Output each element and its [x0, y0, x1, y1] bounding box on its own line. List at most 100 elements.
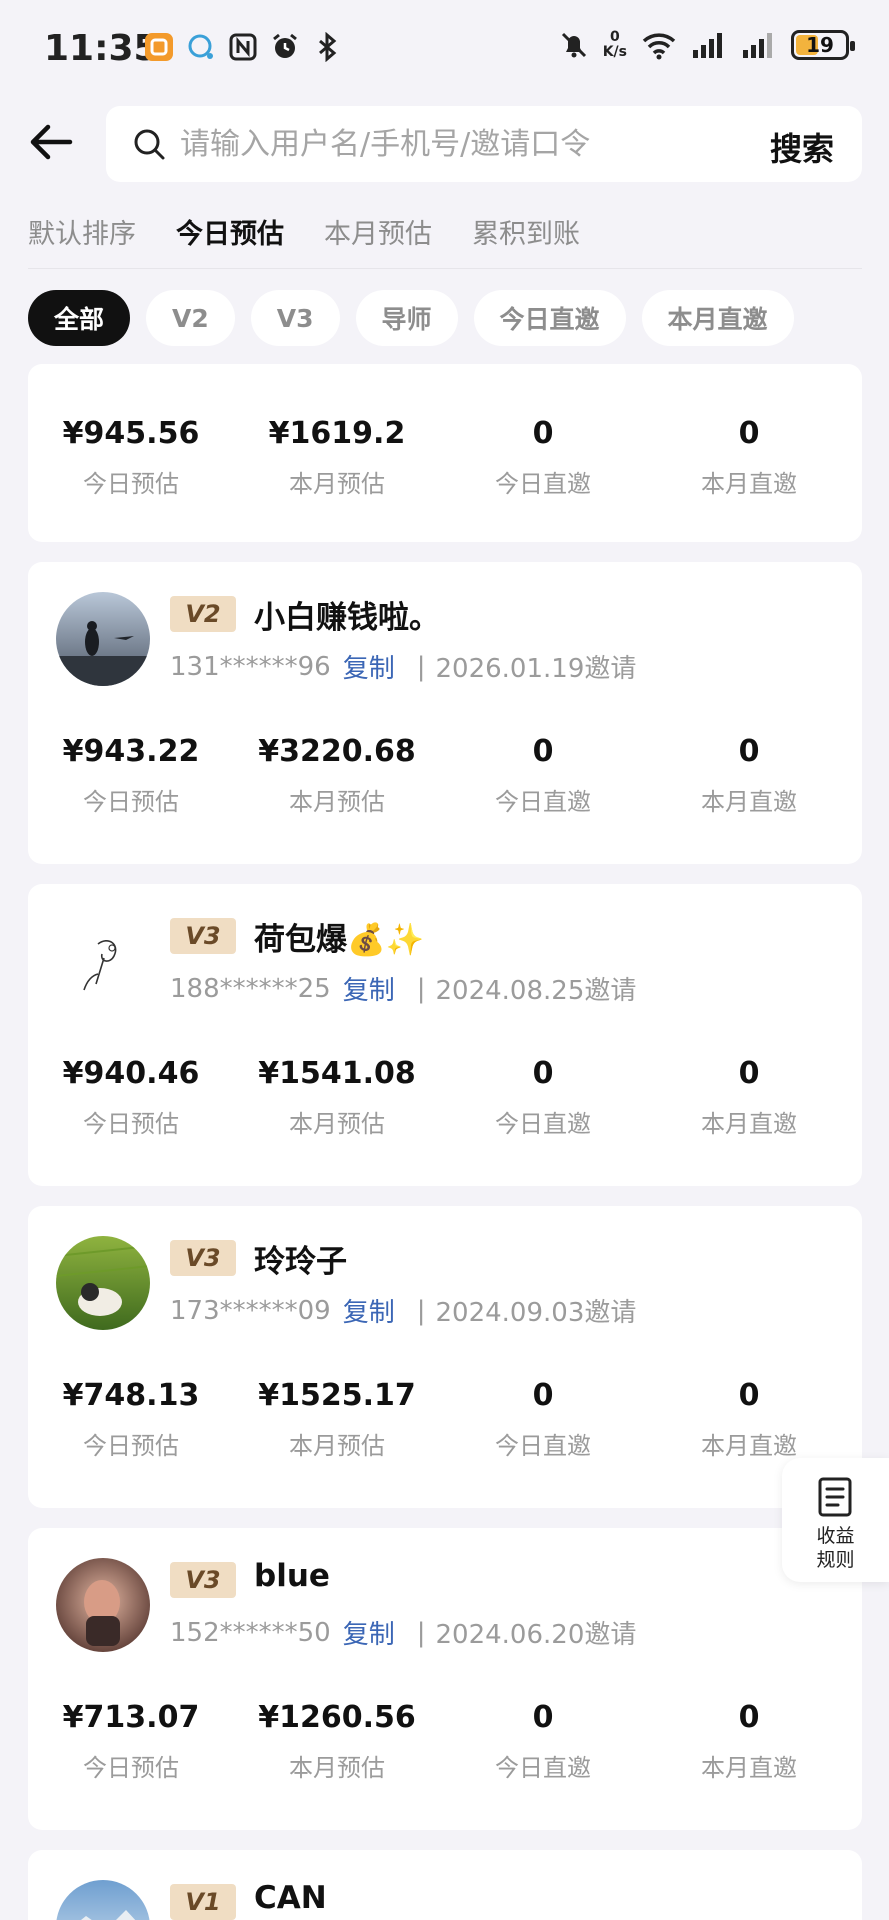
stat-label: 本月预估 — [289, 1754, 385, 1782]
level-badge: V3 — [170, 1240, 236, 1276]
copy-button[interactable]: 复制 — [343, 1292, 395, 1329]
stat-label: 今日直邀 — [495, 470, 591, 498]
stat-month-estimate: ¥1525.17 本月预估 — [234, 1378, 440, 1461]
tab-month-estimate[interactable]: 本月预估 — [324, 212, 432, 251]
chip-today-direct-invites[interactable]: 今日直邀 — [473, 290, 626, 346]
stat-value: ¥748.13 — [62, 1378, 200, 1413]
chip-all[interactable]: 全部 — [28, 290, 131, 346]
stat-month-direct: 0 本月直邀 — [646, 416, 852, 499]
separator: | — [416, 973, 426, 1004]
stat-today-estimate: ¥943.22 今日预估 — [28, 734, 234, 817]
stat-label: 今日预估 — [83, 1754, 179, 1782]
stat-month-estimate: ¥3220.68 本月预估 — [234, 734, 440, 817]
nfc-icon — [229, 33, 257, 61]
level-badge: V3 — [170, 918, 236, 954]
stat-label: 今日直邀 — [495, 1110, 591, 1138]
status-bar: 11:35 0 K/s 19 — [0, 0, 889, 100]
stat-today-estimate: ¥713.07 今日预估 — [28, 1700, 234, 1783]
document-icon — [818, 1477, 852, 1517]
member-phone: 152******50 — [170, 1617, 331, 1648]
stat-value: ¥1619.2 — [268, 416, 406, 451]
stat-label: 今日预估 — [83, 1110, 179, 1138]
stat-month-direct: 0 本月直邀 — [646, 1700, 852, 1783]
status-right-icons: 0 K/s 19 — [559, 29, 855, 60]
stat-today-direct: 0 今日直邀 — [440, 1056, 646, 1139]
member-name: CAN — [254, 1880, 327, 1916]
status-left-icons — [144, 32, 342, 62]
stat-label: 本月直邀 — [701, 1432, 797, 1460]
copy-button[interactable]: 复制 — [343, 970, 395, 1007]
copy-button[interactable]: 复制 — [343, 1614, 395, 1651]
invite-date: 2024.08.25邀请 — [435, 976, 637, 1006]
stat-today-estimate: ¥945.56 今日预估 — [28, 416, 234, 499]
battery-icon: 19 — [791, 30, 855, 60]
member-card[interactable]: V3 玲玲子 173******09 复制 | 2024.09.03邀请 ¥74… — [28, 1206, 862, 1508]
status-time: 11:35 — [44, 28, 159, 69]
chip-mentor[interactable]: 导师 — [355, 290, 458, 346]
stat-value: ¥1525.17 — [258, 1378, 416, 1413]
member-card[interactable]: ¥945.56 今日预估 ¥1619.2 本月预估 0 今日直邀 0 本月直邀 — [28, 364, 862, 542]
stat-today-estimate: ¥748.13 今日预估 — [28, 1378, 234, 1461]
stat-value: ¥1260.56 — [258, 1700, 416, 1735]
invite-date: 2026.01.19邀请 — [435, 654, 637, 684]
member-subline: 131******96 复制 | 2026.01.19邀请 — [170, 648, 636, 685]
stat-label: 今日直邀 — [495, 788, 591, 816]
member-card[interactable]: V1 CAN — [28, 1850, 862, 1920]
stat-label: 今日直邀 — [495, 1754, 591, 1782]
stat-label: 本月直邀 — [701, 470, 797, 498]
search-icon — [134, 129, 165, 160]
stat-label: 本月预估 — [289, 1432, 385, 1460]
member-stats: ¥943.22 今日预估 ¥3220.68 本月预估 0 今日直邀 0 本月直邀 — [28, 734, 862, 817]
stat-label: 本月预估 — [289, 788, 385, 816]
member-card[interactable]: V3 blue 152******50 复制 | 2024.06.20邀请 ¥7… — [28, 1528, 862, 1830]
tab-default-sort[interactable]: 默认排序 — [28, 212, 136, 251]
stat-value: ¥945.56 — [62, 416, 200, 451]
stat-value: 0 — [532, 1700, 554, 1735]
stat-value: 0 — [532, 1378, 554, 1413]
member-name: blue — [254, 1558, 330, 1594]
app-badge-icon — [145, 33, 173, 61]
avatar — [56, 914, 150, 1008]
separator: | — [416, 1617, 426, 1648]
chip-v3[interactable]: V3 — [250, 290, 340, 346]
stat-label: 本月直邀 — [701, 1754, 797, 1782]
search-input[interactable] — [180, 124, 700, 164]
stat-label: 今日预估 — [83, 788, 179, 816]
member-card[interactable]: V3 荷包爆💰✨ 188******25 复制 | 2024.08.25邀请 ¥… — [28, 884, 862, 1186]
stat-value: 0 — [738, 1700, 760, 1735]
bluetooth-icon — [319, 32, 337, 62]
page: 11:35 0 K/s 19 搜索 — [0, 0, 889, 1920]
stat-today-direct: 0 今日直邀 — [440, 1700, 646, 1783]
stat-value: ¥943.22 — [62, 734, 200, 769]
stat-value: 0 — [532, 734, 554, 769]
signal-icon — [743, 33, 772, 58]
stat-value: 0 — [738, 1378, 760, 1413]
member-name: 荷包爆💰✨ — [254, 922, 425, 958]
stat-today-direct: 0 今日直邀 — [440, 416, 646, 499]
level-badge: V3 — [170, 1562, 236, 1598]
member-phone: 173******09 — [170, 1295, 331, 1326]
avatar — [56, 1558, 150, 1652]
stat-value: ¥3220.68 — [258, 734, 416, 769]
stat-today-direct: 0 今日直邀 — [440, 734, 646, 817]
sort-tabs: 默认排序 今日预估 本月预估 累积到账 — [28, 212, 580, 251]
tab-today-estimate[interactable]: 今日预估 — [176, 212, 284, 251]
back-arrow-icon[interactable] — [28, 118, 76, 166]
earnings-rules-button[interactable]: 收益 规则 — [782, 1458, 889, 1582]
stat-value: ¥1541.08 — [258, 1056, 416, 1091]
copy-button[interactable]: 复制 — [343, 648, 395, 685]
stat-month-direct: 0 本月直邀 — [646, 734, 852, 817]
member-card[interactable]: V2 小白赚钱啦。 131******96 复制 | 2026.01.19邀请 … — [28, 562, 862, 864]
chip-month-direct-invites[interactable]: 本月直邀 — [641, 290, 794, 346]
signal-icon — [693, 33, 722, 58]
stat-value: 0 — [532, 416, 554, 451]
alarm-icon — [273, 33, 297, 58]
tab-cumulative-received[interactable]: 累积到账 — [472, 212, 580, 251]
network-speed: 0 K/s — [602, 29, 627, 60]
search-button[interactable]: 搜索 — [770, 124, 834, 170]
separator: | — [416, 1295, 426, 1326]
chip-v2[interactable]: V2 — [146, 290, 235, 346]
stat-month-estimate: ¥1541.08 本月预估 — [234, 1056, 440, 1139]
member-subline: 173******09 复制 | 2024.09.03邀请 — [170, 1292, 636, 1329]
mute-bell-icon — [561, 32, 586, 58]
